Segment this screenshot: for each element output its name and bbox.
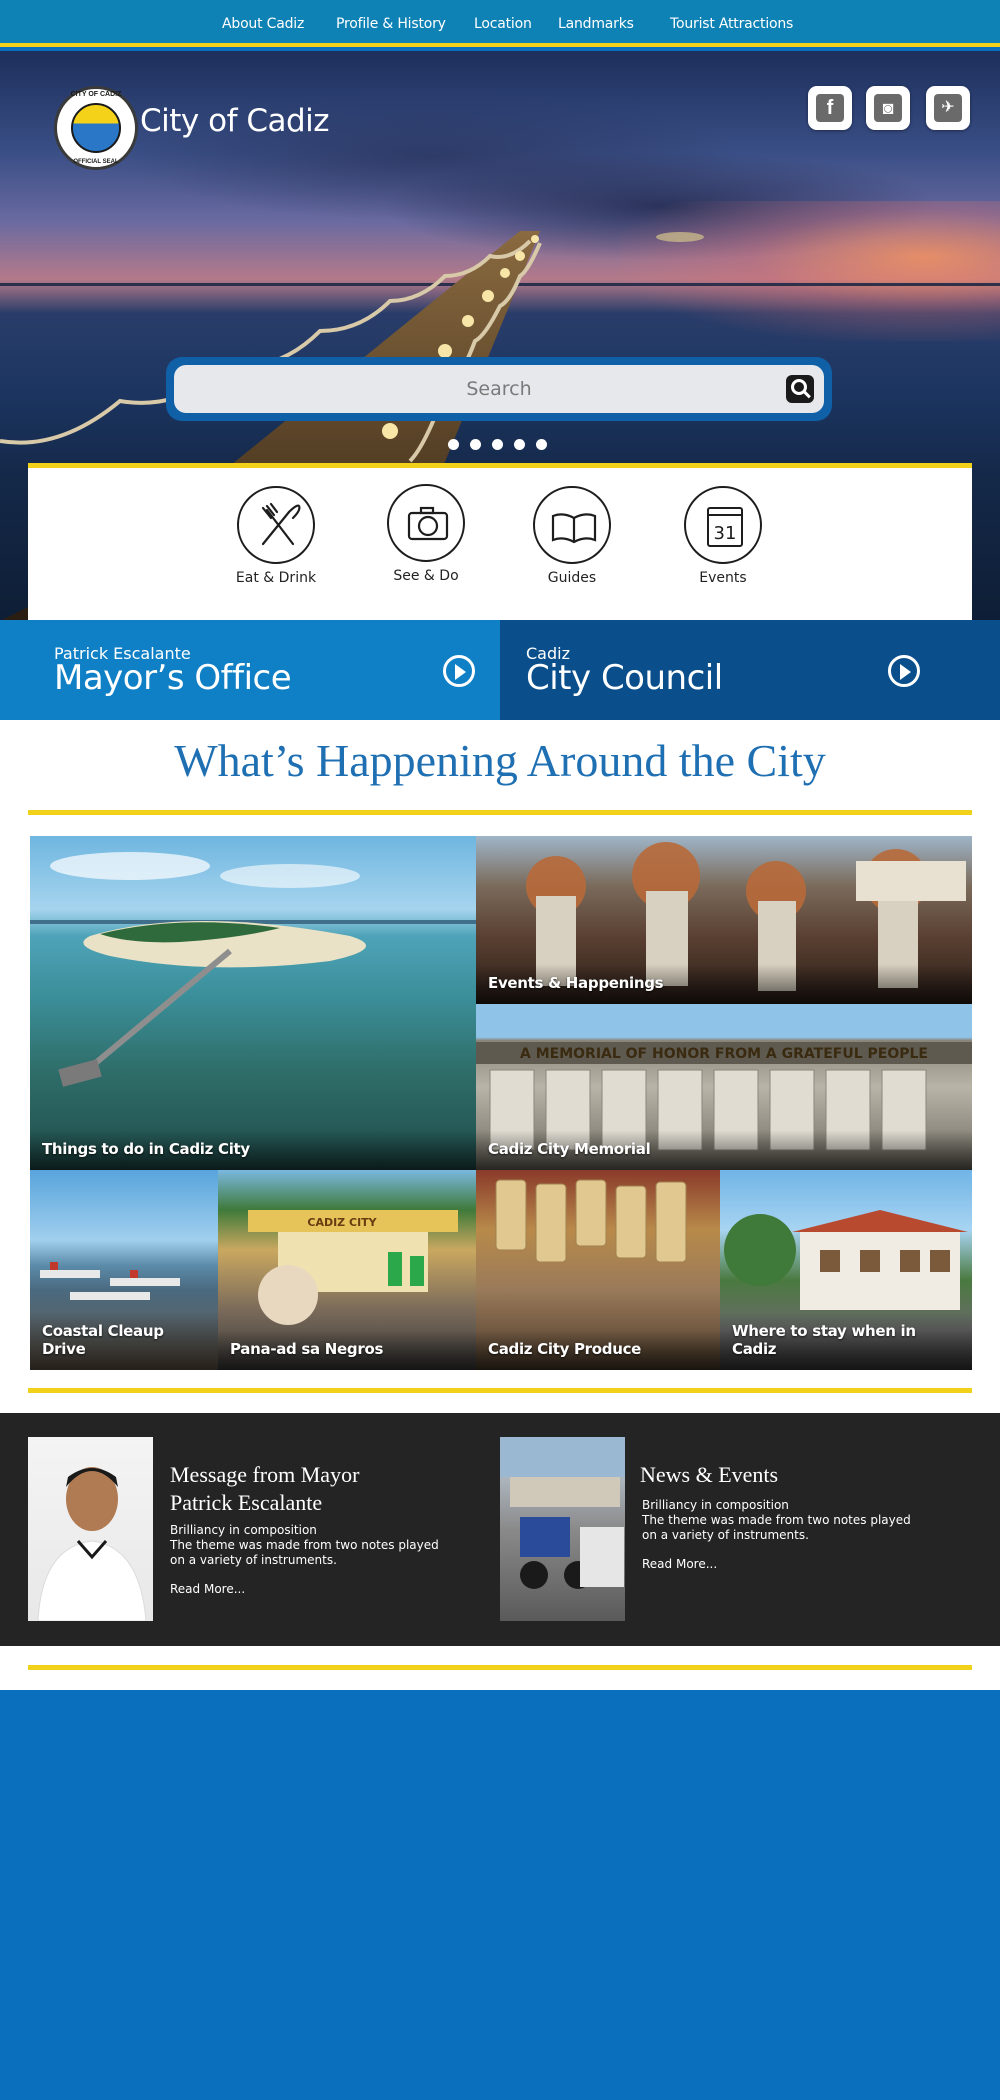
quick-link-label: Events xyxy=(699,570,747,586)
news-events-title: News & Events xyxy=(640,1461,778,1489)
tile-caption: Pana-ad sa Negros xyxy=(218,1330,476,1370)
tile-caption: Coastal Cleaup Drive xyxy=(30,1312,218,1370)
nav-profile-history[interactable]: Profile & History xyxy=(336,16,446,32)
quick-link-label: See & Do xyxy=(393,568,459,584)
island-illustration xyxy=(30,852,476,1087)
arrow-right-icon xyxy=(888,655,920,687)
happening-title: What’s Happening Around the City xyxy=(174,735,826,786)
tile-things-to-do[interactable]: Things to do in Cadiz City xyxy=(30,836,476,1170)
city-council-title: City Council xyxy=(526,658,723,698)
quick-link-events[interactable]: 31 Events xyxy=(673,486,773,586)
news-events-text: Brilliancy in composition The theme was … xyxy=(642,1498,911,1542)
seal-emblem xyxy=(71,103,121,153)
mayor-photo[interactable] xyxy=(28,1437,153,1621)
news-photo[interactable] xyxy=(500,1437,625,1621)
tile-pana-ad[interactable]: CADIZ CITY Pana-ad sa Negros xyxy=(218,1170,476,1370)
tile-cadiz-produce[interactable]: Cadiz City Produce xyxy=(476,1170,720,1370)
book-icon xyxy=(533,486,611,564)
tile-where-to-stay[interactable]: Where to stay when in Cadiz xyxy=(720,1170,972,1370)
tile-events-happenings[interactable]: Events & Happenings xyxy=(476,836,972,1004)
mayor-portrait xyxy=(37,1467,147,1621)
facebook-icon: f xyxy=(816,94,844,122)
seal-top-text: CITY OF CADIZ xyxy=(70,91,122,98)
quick-link-see-do[interactable]: See & Do xyxy=(376,484,476,584)
nav-location[interactable]: Location xyxy=(474,16,532,32)
tile-caption: Things to do in Cadiz City xyxy=(30,1130,476,1170)
svg-text:A MEMORIAL OF HONOR FROM A GRA: A MEMORIAL OF HONOR FROM A GRATEFUL PEOP… xyxy=(520,1046,928,1062)
quick-link-eat-drink[interactable]: Eat & Drink xyxy=(226,486,326,586)
svg-text:31: 31 xyxy=(714,523,737,544)
mayor-message-title-text: Message from Mayor Patrick Escalante xyxy=(170,1462,360,1515)
instagram-button[interactable]: ◙ xyxy=(866,86,910,130)
twitter-button[interactable]: ✈ xyxy=(926,86,970,130)
quick-link-guides[interactable]: Guides xyxy=(522,486,622,586)
tile-caption: Cadiz City Produce xyxy=(476,1330,720,1370)
slider-dots xyxy=(448,437,558,451)
calendar-icon: 31 xyxy=(684,486,762,564)
site-title[interactable]: City of Cadiz xyxy=(140,103,330,139)
slider-dot[interactable] xyxy=(470,439,481,450)
divider xyxy=(28,810,972,815)
svg-text:CADIZ CITY: CADIZ CITY xyxy=(307,1216,377,1229)
search-button[interactable] xyxy=(786,375,814,403)
tricycle-illustration xyxy=(500,1437,625,1589)
seal-bottom-text: OFFICIAL SEAL xyxy=(73,159,119,165)
divider xyxy=(28,1388,972,1393)
city-council-link[interactable]: Cadiz City Council xyxy=(500,620,1000,720)
city-seal-logo[interactable]: CITY OF CADIZ OFFICIAL SEAL xyxy=(54,86,138,170)
twitter-icon: ✈ xyxy=(934,94,962,122)
top-nav: About Cadiz Profile & History Location L… xyxy=(0,0,1000,47)
tile-caption: Where to stay when in Cadiz xyxy=(720,1312,972,1370)
slider-dot[interactable] xyxy=(536,439,547,450)
divider xyxy=(28,1665,972,1670)
facebook-button[interactable]: f xyxy=(808,86,852,130)
camera-icon xyxy=(387,484,465,562)
nav-about-cadiz[interactable]: About Cadiz xyxy=(222,16,304,32)
quick-link-label: Eat & Drink xyxy=(235,570,317,586)
arrow-right-icon xyxy=(443,655,475,687)
mayors-office-title: Mayor’s Office xyxy=(54,658,292,698)
mayor-message-title: Message from Mayor Patrick Escalante xyxy=(170,1461,359,1517)
search-bar xyxy=(166,357,832,421)
search-input[interactable] xyxy=(174,365,824,413)
tile-cadiz-memorial[interactable]: A MEMORIAL OF HONOR FROM A GRATEFUL PEOP… xyxy=(476,1004,972,1170)
features-section: Message from Mayor Patrick Escalante Bri… xyxy=(0,1413,1000,1646)
quick-link-label: Guides xyxy=(547,570,597,586)
slider-dot[interactable] xyxy=(492,439,503,450)
slider-dot[interactable] xyxy=(448,439,459,450)
nav-landmarks[interactable]: Landmarks xyxy=(558,16,634,32)
fork-knife-icon xyxy=(237,486,315,564)
news-read-more-link[interactable]: Read More... xyxy=(642,1557,717,1571)
mayor-message-text: Brilliancy in composition The theme was … xyxy=(170,1523,439,1567)
slider-dot[interactable] xyxy=(514,439,525,450)
search-icon-handle xyxy=(803,390,811,399)
tile-coastal-cleanup[interactable]: Coastal Cleaup Drive xyxy=(30,1170,218,1370)
instagram-icon: ◙ xyxy=(874,94,902,122)
nav-tourist-attractions[interactable]: Tourist Attractions xyxy=(670,16,793,32)
news-events-title-text: News & Events xyxy=(640,1462,779,1487)
mayors-office-link[interactable]: Patrick Escalante Mayor’s Office xyxy=(0,620,500,720)
tile-caption: Cadiz City Memorial xyxy=(476,1130,972,1170)
tile-caption: Events & Happenings xyxy=(476,964,972,1004)
quick-links-panel: Eat & Drink See & Do Guides 31 Events xyxy=(28,463,972,620)
mayor-read-more-link[interactable]: Read More... xyxy=(170,1582,245,1596)
footer-area xyxy=(0,1690,1000,2100)
